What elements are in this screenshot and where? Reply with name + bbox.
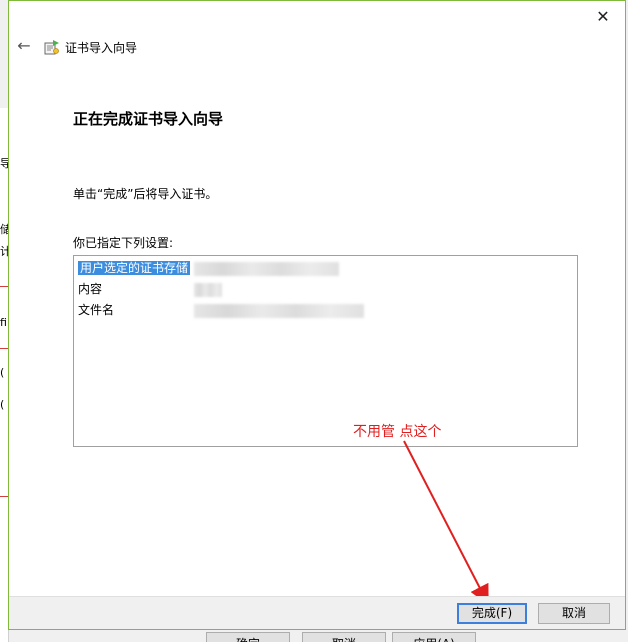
background-text: 计: [0, 245, 8, 258]
settings-list[interactable]: 用户选定的证书存储 内容 文件名: [73, 255, 578, 447]
settings-list-label: 你已指定下列设置:: [73, 236, 174, 250]
wizard-title: 证书导入向导: [65, 41, 138, 55]
list-item-label: 用户选定的证书存储: [78, 261, 191, 275]
redacted-value: [194, 262, 339, 276]
annotation-text: 不用管 点这个: [353, 424, 442, 440]
cancel-button[interactable]: 取消: [538, 603, 610, 624]
finish-button[interactable]: 完成(F): [457, 603, 527, 624]
background-text: fi: [0, 316, 7, 329]
dialog-footer: 完成(F) 取消: [9, 596, 625, 629]
list-item-certificate-store[interactable]: 用户选定的证书存储: [78, 259, 191, 277]
redacted-value: [194, 283, 222, 297]
close-icon[interactable]: ✕: [591, 5, 615, 29]
redacted-value: [194, 304, 364, 318]
background-divider: [0, 496, 8, 497]
background-divider: [0, 348, 8, 349]
background-text: (: [0, 366, 5, 379]
certificate-icon: [44, 40, 59, 55]
background-cancel-button[interactable]: 取消: [302, 632, 386, 642]
description-text: 单击“完成”后将导入证书。: [73, 187, 218, 201]
background-text: 导: [0, 157, 8, 170]
certificate-import-wizard-dialog: ✕ ← 证书导入向导 正在完成证书导入向导 单击“完成”后将导入证书。 你已指定…: [8, 0, 626, 630]
list-item-file-name[interactable]: 文件名: [78, 301, 114, 319]
list-item-content[interactable]: 内容: [78, 280, 102, 298]
list-item-label: 内容: [78, 282, 103, 296]
background-text: (: [0, 398, 5, 411]
page-heading: 正在完成证书导入向导: [73, 110, 224, 128]
screen: 导 储 计 fi ( ( 确定 取消 应用(A) ✕ ← 证书导入向导 正在完成…: [0, 0, 628, 642]
list-item-label: 文件名: [78, 303, 115, 317]
background-divider: [0, 286, 8, 287]
background-text: 储: [0, 223, 8, 236]
background-apply-button[interactable]: 应用(A): [392, 632, 476, 642]
back-arrow-icon[interactable]: ←: [15, 37, 33, 55]
background-ok-button[interactable]: 确定: [206, 632, 290, 642]
